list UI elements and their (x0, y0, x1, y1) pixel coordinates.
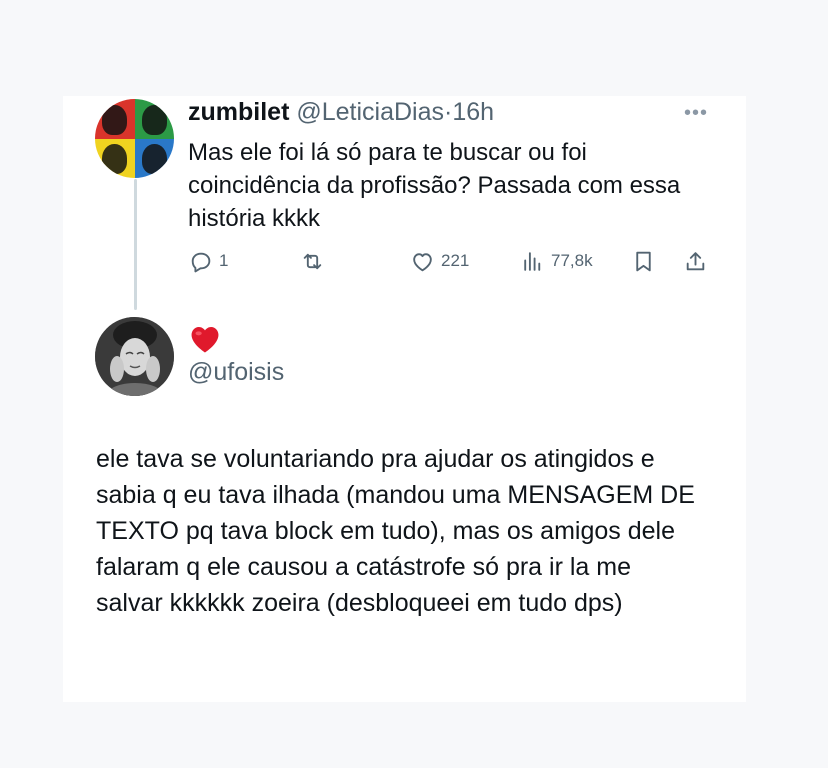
red-heart-emoji-icon (188, 322, 222, 356)
reply-count: 1 (219, 251, 229, 270)
views-bar-chart-icon (524, 251, 541, 271)
share-upload-icon (686, 251, 705, 270)
reply-text: ele tava se voluntariando pra ajudar os … (96, 445, 695, 617)
retweet-icon (303, 253, 322, 269)
bookmark-button[interactable] (631, 246, 656, 276)
tweet-timestamp[interactable]: 16h (452, 98, 494, 126)
like-button[interactable]: 221 (410, 246, 469, 276)
share-button[interactable] (683, 246, 708, 276)
heart-outline-icon (413, 252, 432, 271)
avatar-ufoisis[interactable] (95, 317, 174, 396)
reply-author-handle[interactable]: @ufoisis (188, 357, 284, 387)
reply-button[interactable]: 1 (188, 246, 228, 276)
views-button[interactable]: 77,8k (520, 246, 593, 276)
reply-bubble-icon (191, 252, 211, 272)
avatar-quadrant (95, 99, 135, 139)
more-dots-icon[interactable]: ••• (684, 103, 708, 123)
tweet-action-bar: 1 221 77,8k (0, 246, 828, 276)
tweet-text: Mas ele foi lá só para te buscar ou foi … (188, 139, 681, 232)
bookmark-icon (636, 251, 651, 271)
avatar-portrait-icon (95, 317, 174, 396)
author-handle[interactable]: @LeticiaDias (296, 98, 444, 126)
avatar-quadrant (95, 138, 135, 178)
views-count: 77,8k (551, 251, 593, 270)
like-count: 221 (441, 251, 470, 270)
avatar-zumbilet[interactable] (95, 99, 174, 178)
author-name[interactable]: zumbilet (188, 98, 289, 126)
thread-connector-line (134, 179, 137, 310)
avatar-quadrant (134, 99, 174, 139)
retweet-button[interactable] (300, 246, 331, 276)
avatar-quadrant (134, 138, 174, 178)
tweet-header: zumbilet @LeticiaDias·16h (188, 97, 494, 127)
